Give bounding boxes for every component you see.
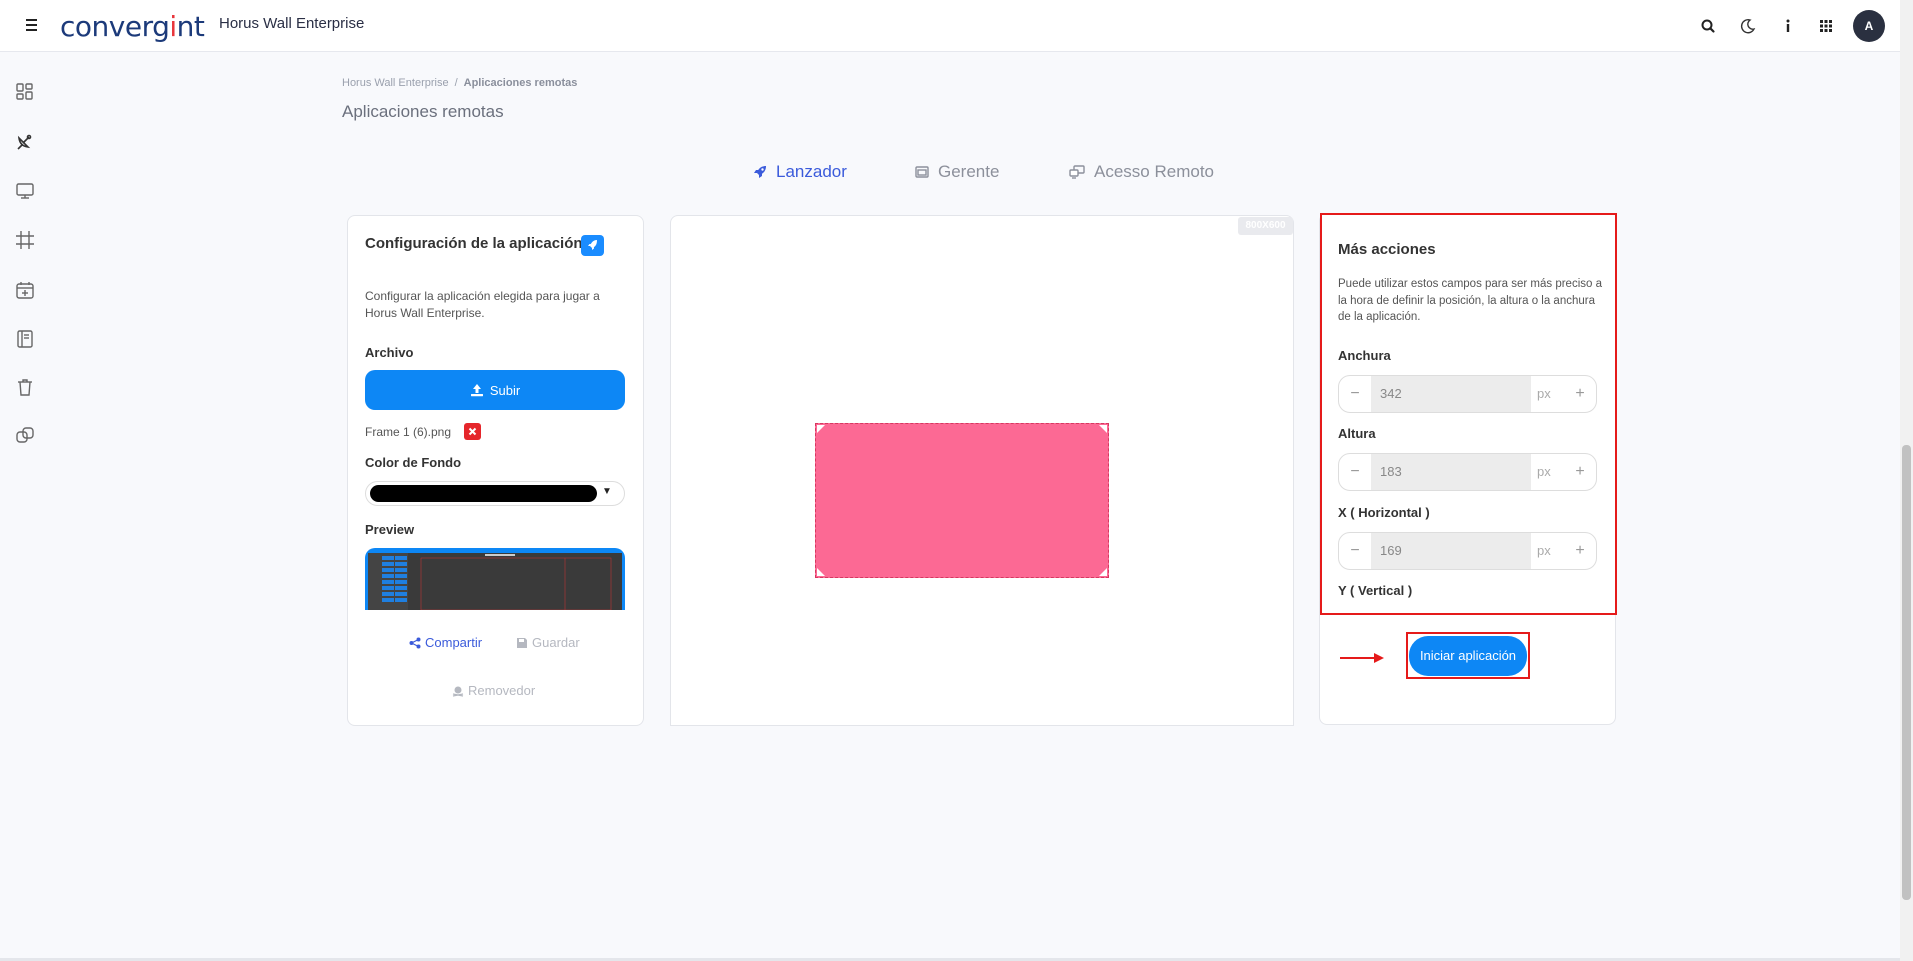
- remote-desktop-icon: [1069, 165, 1085, 179]
- skull-icon: [452, 686, 464, 697]
- resolution-badge: 800X600: [1238, 217, 1293, 235]
- breadcrumb-root[interactable]: Horus Wall Enterprise: [342, 77, 449, 89]
- resize-handle-bl[interactable]: [817, 568, 825, 576]
- tab-acesso-remoto[interactable]: Acesso Remoto: [1068, 162, 1214, 182]
- breadcrumb-separator: /: [454, 77, 458, 89]
- resize-handle-br[interactable]: [1099, 568, 1107, 576]
- arrow-right-icon: [1340, 653, 1384, 663]
- more-actions-panel: Más acciones Puede utilizar estos campos…: [1320, 213, 1617, 615]
- tab-label: Acesso Remoto: [1094, 162, 1214, 181]
- plus-icon[interactable]: +: [1564, 533, 1596, 569]
- width-label: Anchura: [1338, 348, 1391, 363]
- page-title: Aplicaciones remotas: [342, 102, 504, 121]
- scrollbar-thumb[interactable]: [1902, 445, 1911, 900]
- breadcrumb: Horus Wall Enterprise / Aplicaciones remot…: [342, 77, 577, 89]
- logo-text: convergint: [60, 10, 205, 43]
- remove-file-button[interactable]: [464, 423, 481, 440]
- app-title: Horus Wall Enterprise: [219, 15, 365, 32]
- share-icon: [409, 637, 421, 648]
- minus-icon[interactable]: −: [1339, 376, 1371, 412]
- avatar[interactable]: A: [1853, 10, 1885, 42]
- breadcrumb-current: Aplicaciones remotas: [463, 77, 578, 89]
- height-label: Altura: [1338, 426, 1376, 441]
- rocket-icon: [754, 166, 766, 178]
- window-icon: [915, 166, 929, 178]
- file-name: Frame 1 (6).png: [365, 425, 452, 439]
- info-icon[interactable]: [1775, 13, 1801, 39]
- crop-icon[interactable]: [14, 229, 36, 251]
- start-application-button[interactable]: Iniciar aplicación: [1409, 636, 1527, 676]
- height-stepper[interactable]: − 183 px +: [1338, 453, 1597, 491]
- color-swatch: [370, 485, 597, 502]
- unit-label: px: [1537, 543, 1551, 558]
- vertical-scrollbar[interactable]: [1900, 0, 1913, 961]
- bg-color-select[interactable]: ▼: [365, 481, 625, 506]
- width-input[interactable]: 342: [1371, 376, 1531, 412]
- app-placement-rect[interactable]: [815, 423, 1109, 578]
- upload-icon: [470, 384, 483, 397]
- y-label: Y ( Vertical ): [1338, 583, 1413, 598]
- remove-label: Removedor: [468, 683, 536, 698]
- book-icon[interactable]: [14, 328, 36, 350]
- height-input[interactable]: 183: [1371, 454, 1531, 490]
- plus-icon[interactable]: +: [1564, 454, 1596, 490]
- x-label: X ( Horizontal ): [1338, 505, 1430, 520]
- tab-label: Gerente: [938, 162, 1000, 181]
- tab-lanzador[interactable]: Lanzador: [752, 162, 847, 182]
- config-description: Configurar la aplicación elegida para ju…: [365, 289, 600, 320]
- top-bar: convergint Horus Wall Enterprise A: [0, 0, 1900, 52]
- preview-label: Preview: [365, 522, 415, 537]
- rocket-icon: [581, 235, 604, 256]
- save-label: Guardar: [532, 635, 580, 650]
- search-icon[interactable]: [1695, 13, 1721, 39]
- upload-label: Subir: [489, 382, 521, 398]
- unit-label: px: [1537, 386, 1551, 401]
- more-actions-title: Más acciones: [1338, 241, 1436, 258]
- share-label: Compartir: [425, 635, 483, 650]
- remove-button[interactable]: Removedor: [452, 683, 535, 698]
- upload-button[interactable]: Subir: [365, 370, 625, 410]
- moon-icon[interactable]: [1735, 13, 1761, 39]
- unit-label: px: [1537, 464, 1551, 479]
- minus-icon[interactable]: −: [1339, 533, 1371, 569]
- satellite-dish-icon[interactable]: [14, 130, 36, 152]
- close-icon: [468, 427, 477, 436]
- save-button[interactable]: Guardar: [516, 635, 580, 650]
- chevron-down-icon: ▼: [602, 486, 612, 497]
- monitor-icon[interactable]: [14, 180, 36, 202]
- link-icon[interactable]: [14, 424, 36, 446]
- resize-handle-tl[interactable]: [817, 425, 825, 433]
- trash-icon[interactable]: [14, 376, 36, 398]
- save-icon: [517, 637, 527, 648]
- tab-gerente[interactable]: Gerente: [914, 162, 999, 182]
- share-button[interactable]: Compartir: [409, 635, 482, 650]
- file-label: Archivo: [365, 345, 414, 360]
- x-input[interactable]: 169: [1371, 533, 1531, 569]
- config-title: Configuración de la aplicación: [365, 235, 583, 252]
- calendar-add-icon[interactable]: [14, 279, 36, 301]
- resize-handle-tr[interactable]: [1099, 425, 1107, 433]
- menu-icon[interactable]: [22, 16, 42, 34]
- apps-grid-icon[interactable]: [1813, 13, 1839, 39]
- bg-color-label: Color de Fondo: [365, 455, 462, 470]
- width-stepper[interactable]: − 342 px +: [1338, 375, 1597, 413]
- tab-label: Lanzador: [776, 162, 847, 181]
- plus-icon[interactable]: +: [1564, 376, 1596, 412]
- minus-icon[interactable]: −: [1339, 454, 1371, 490]
- x-stepper[interactable]: − 169 px +: [1338, 532, 1597, 570]
- dashboard-icon[interactable]: [14, 81, 36, 103]
- more-actions-description: Puede utilizar estos campos para ser más…: [1338, 278, 1602, 323]
- logo: convergint: [60, 10, 205, 43]
- preview-image: [365, 548, 625, 610]
